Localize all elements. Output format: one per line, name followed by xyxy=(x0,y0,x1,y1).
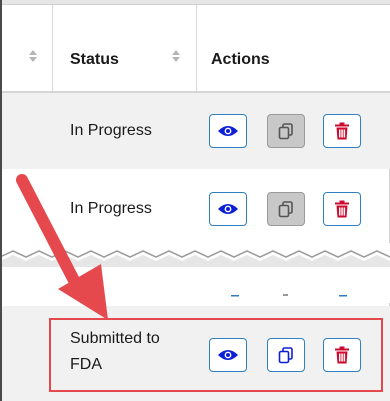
torn-edge-separator xyxy=(0,243,390,303)
left-edge xyxy=(0,0,2,401)
view-button[interactable] xyxy=(209,114,247,148)
table-header: Status Actions xyxy=(0,5,390,93)
eye-icon xyxy=(218,204,238,214)
status-cell: In Progress xyxy=(70,200,152,217)
copy-icon xyxy=(278,201,293,218)
copy-icon xyxy=(278,123,293,140)
view-button[interactable] xyxy=(209,192,247,226)
trash-icon xyxy=(335,200,349,218)
highlight-box xyxy=(49,318,383,392)
eye-icon xyxy=(218,126,238,136)
column-divider xyxy=(52,5,53,91)
actions-column-header: Actions xyxy=(211,51,270,68)
copy-button[interactable] xyxy=(267,192,305,226)
delete-button[interactable] xyxy=(323,192,361,226)
delete-button[interactable] xyxy=(323,114,361,148)
column-divider xyxy=(196,5,197,91)
status-cell: In Progress xyxy=(70,122,152,139)
status-sort-icon[interactable] xyxy=(171,50,181,66)
table-row: In Progress xyxy=(0,169,390,245)
status-column-header[interactable]: Status xyxy=(70,51,119,69)
sort-icon[interactable] xyxy=(28,50,38,66)
copy-button[interactable] xyxy=(267,114,305,148)
table-row: In Progress xyxy=(0,93,390,169)
trash-icon xyxy=(335,122,349,140)
